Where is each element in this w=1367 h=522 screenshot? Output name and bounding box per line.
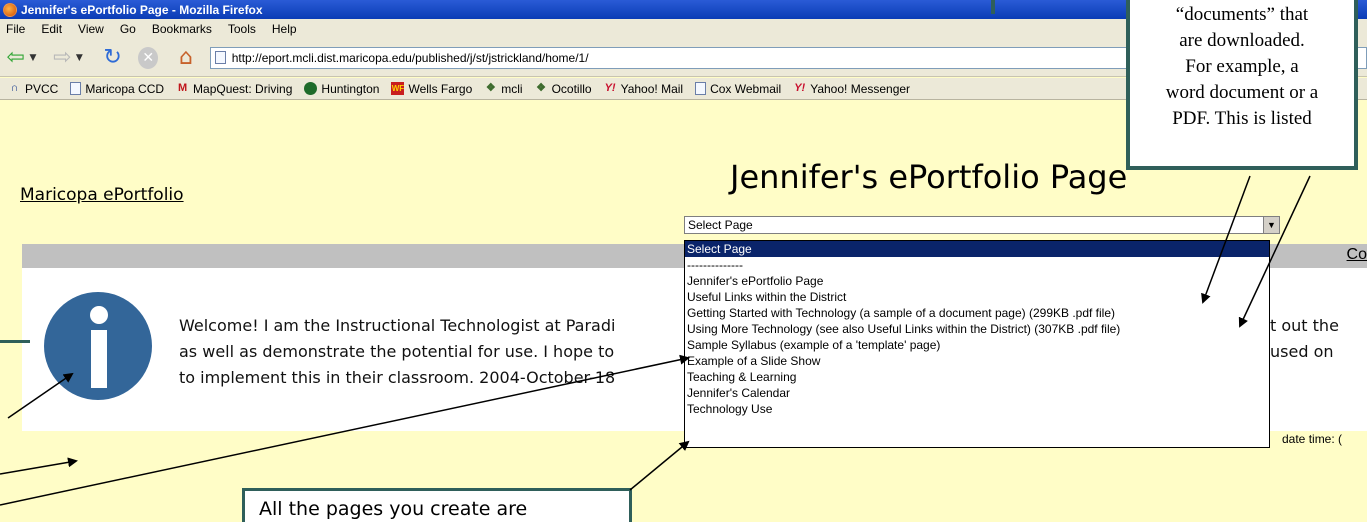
bookmark-huntington[interactable]: Huntington — [304, 82, 379, 96]
arrow-to-technology-use — [629, 440, 690, 491]
dropdown-option[interactable]: Example of a Slide Show — [685, 353, 1269, 369]
callout-line: “documents” that — [1175, 4, 1309, 25]
address-url[interactable]: http://eport.mcli.dist.maricopa.edu/publ… — [232, 51, 589, 65]
welcome-right-1: t out the — [1270, 316, 1339, 335]
bookmark-mcli[interactable]: ❖ mcli — [484, 82, 523, 96]
bar-link[interactable]: Co — [1347, 246, 1367, 264]
stop-icon[interactable]: ✕ — [138, 46, 159, 69]
page-icon — [214, 51, 226, 64]
page-select[interactable]: Select Page ▼ — [684, 216, 1280, 234]
dropdown-option[interactable]: Teaching & Learning — [685, 369, 1269, 385]
menu-edit[interactable]: Edit — [41, 22, 62, 36]
menu-tools[interactable]: Tools — [228, 22, 256, 36]
dropdown-option[interactable]: Select Page — [685, 241, 1269, 257]
update-time-text: date time: ( — [1282, 432, 1343, 446]
info-icon — [44, 292, 152, 400]
bookmark-yahoo-messenger[interactable]: Y! Yahoo! Messenger — [793, 82, 910, 96]
callout-line: PDF. This is listed — [1172, 108, 1312, 129]
home-icon[interactable]: ⌂ — [174, 45, 198, 70]
callout-line: For example, a — [1185, 56, 1299, 77]
chevron-down-icon[interactable]: ▼ — [1263, 217, 1279, 233]
page-select-dropdown[interactable]: Select Page -------------- Jennifer's eP… — [684, 240, 1270, 448]
dropdown-option[interactable]: Jennifer's ePortfolio Page — [685, 273, 1269, 289]
bookmark-pvcc[interactable]: ∩ PVCC — [8, 82, 59, 96]
firefox-icon — [3, 2, 17, 17]
info-icon-dot — [90, 306, 108, 324]
bookmark-cox-webmail[interactable]: Cox Webmail — [695, 82, 781, 96]
page-icon — [695, 82, 707, 95]
menu-go[interactable]: Go — [120, 22, 136, 36]
yahoo-icon: Y! — [604, 82, 616, 94]
menu-help[interactable]: Help — [272, 22, 297, 36]
page-icon — [70, 82, 82, 95]
mapquest-icon: M — [177, 82, 188, 94]
welcome-line-2: as well as demonstrate the potential for… — [179, 342, 615, 361]
dropdown-option[interactable]: Getting Started with Technology (a sampl… — [685, 305, 1269, 321]
page-title: Jennifer's ePortfolio Page — [730, 158, 1128, 196]
wellsfargo-icon: WF — [391, 82, 405, 95]
dropdown-option[interactable]: -------------- — [685, 257, 1269, 273]
yahoo-icon: Y! — [794, 82, 806, 94]
dropdown-option[interactable]: Technology Use — [685, 401, 1269, 417]
window-title: Jennifer's ePortfolio Page - Mozilla Fir… — [21, 2, 263, 17]
callout-documents: “documents” that are downloaded. For exa… — [1126, 0, 1358, 170]
info-icon-stem — [91, 330, 107, 388]
huntington-icon — [304, 82, 318, 95]
page-select-value: Select Page — [688, 218, 753, 232]
book-icon: ❖ — [485, 82, 496, 94]
menu-file[interactable]: File — [6, 22, 25, 36]
dropdown-option[interactable]: Jennifer's Calendar — [685, 385, 1269, 401]
bookmark-yahoo-mail[interactable]: Y! Yahoo! Mail — [604, 82, 683, 96]
back-dropdown-icon[interactable]: ▼ — [30, 53, 37, 63]
maricopa-eportfolio-link[interactable]: Maricopa ePortfolio — [20, 185, 184, 205]
dropdown-option[interactable]: Using More Technology (see also Useful L… — [685, 321, 1269, 337]
bookmark-wells-fargo[interactable]: WF Wells Fargo — [391, 82, 472, 96]
welcome-line-1: Welcome! I am the Instructional Technolo… — [179, 316, 616, 335]
callout-line: word document or a — [1165, 82, 1319, 103]
bookmark-mapquest[interactable]: M MapQuest: Driving — [176, 82, 292, 96]
callout-pages: All the pages you create are — [242, 488, 632, 522]
pvcc-icon: ∩ — [10, 82, 19, 94]
forward-arrow-icon[interactable]: ⇨ — [50, 45, 74, 70]
reload-icon[interactable]: ↻ — [101, 45, 125, 70]
welcome-line-3: to implement this in their classroom. 20… — [179, 368, 616, 387]
menu-view[interactable]: View — [78, 22, 104, 36]
welcome-right-2: used on — [1270, 342, 1334, 361]
callout-edge — [0, 340, 30, 343]
dropdown-option[interactable]: Sample Syllabus (example of a 'template'… — [685, 337, 1269, 353]
back-arrow-icon[interactable]: ⇦ — [4, 45, 28, 70]
bookmark-ocotillo[interactable]: ❖ Ocotillo — [535, 82, 591, 96]
arrow-to-page-area — [0, 457, 78, 475]
dropdown-option[interactable]: Useful Links within the District — [685, 289, 1269, 305]
forward-dropdown-icon[interactable]: ▼ — [76, 53, 83, 63]
callout-line: are downloaded. — [1179, 30, 1305, 51]
bookmark-maricopa-ccd[interactable]: Maricopa CCD — [70, 82, 164, 96]
book-icon: ❖ — [536, 82, 547, 94]
menu-bookmarks[interactable]: Bookmarks — [152, 22, 212, 36]
callout-edge — [991, 0, 995, 14]
